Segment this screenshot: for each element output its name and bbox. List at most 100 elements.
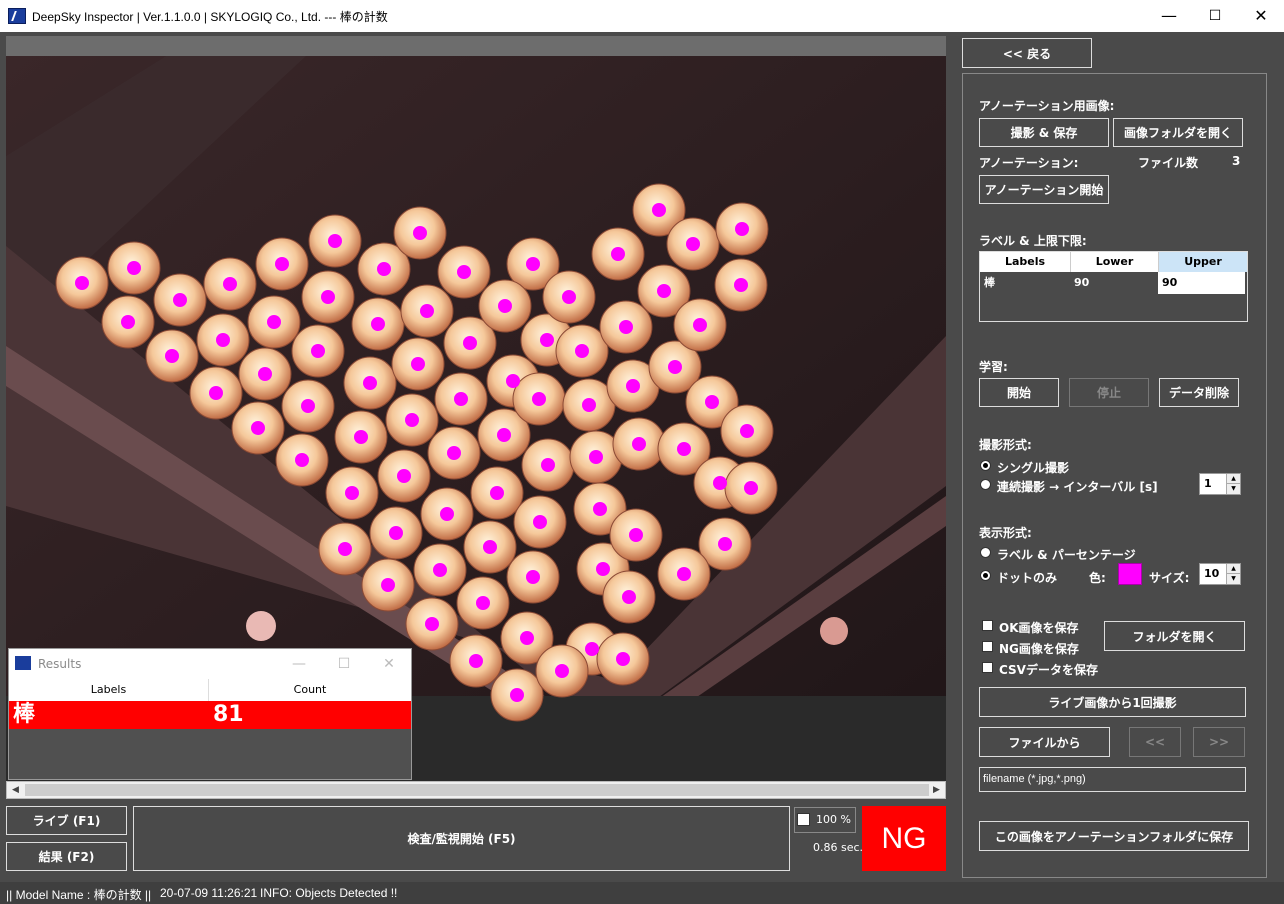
results-window[interactable]: Results — ☐ ✕ Labels Count 棒 81 <box>8 648 412 780</box>
detection-dot <box>497 428 511 442</box>
previous-image-button[interactable]: << <box>1129 727 1181 757</box>
detection-dot <box>165 349 179 363</box>
interval-stepper[interactable]: 1 ▲ ▼ <box>1199 473 1241 495</box>
from-file-button[interactable]: ファイルから <box>979 727 1110 757</box>
capture-mode-label: 撮影形式: <box>979 438 1032 452</box>
minimize-button[interactable]: — <box>1146 0 1192 32</box>
dot-color-picker[interactable] <box>1118 563 1142 585</box>
cell-label[interactable]: 棒 <box>980 272 1070 294</box>
dots-only-radio[interactable] <box>980 570 991 581</box>
save-ng-checkbox[interactable] <box>982 641 993 652</box>
open-image-folder-button[interactable]: 画像フォルダを開く <box>1113 118 1243 147</box>
stepper-up-icon[interactable]: ▲ <box>1226 564 1240 574</box>
save-ok-checkbox[interactable] <box>982 620 993 631</box>
detection-dot <box>440 507 454 521</box>
detection-dot <box>593 502 607 516</box>
delete-data-button[interactable]: データ削除 <box>1159 378 1239 407</box>
detection-dot <box>498 299 512 313</box>
minimize-icon[interactable]: — <box>279 653 319 675</box>
stepper-down-icon[interactable]: ▼ <box>1226 574 1240 584</box>
maximize-button[interactable]: ☐ <box>1192 0 1238 32</box>
label-limits-table[interactable]: Labels Lower Upper 棒 90 90 <box>979 251 1248 322</box>
detection-dot <box>677 567 691 581</box>
column-header-labels: Labels <box>980 252 1070 272</box>
detection-dot <box>693 318 707 332</box>
status-bar: || Model Name : 棒の計数 || 20-07-09 11:26:2… <box>0 882 1284 904</box>
save-csv-checkbox[interactable] <box>982 662 993 673</box>
detection-dot <box>506 374 520 388</box>
detection-dot <box>532 392 546 406</box>
maximize-icon[interactable]: ☐ <box>324 653 364 675</box>
open-folder-button[interactable]: フォルダを開く <box>1104 621 1245 651</box>
single-capture-radio[interactable] <box>980 460 991 471</box>
learning-start-button[interactable]: 開始 <box>979 378 1059 407</box>
detection-dot <box>476 596 490 610</box>
live-button[interactable]: ライブ (F1) <box>6 806 127 835</box>
detection-dot <box>540 333 554 347</box>
detection-dot <box>629 528 643 542</box>
zoom-checkbox[interactable] <box>797 813 810 826</box>
learning-stop-button[interactable]: 停止 <box>1069 378 1149 407</box>
continuous-capture-radio[interactable] <box>980 479 991 490</box>
bright-spot <box>246 611 276 641</box>
status-model-name: || Model Name : 棒の計数 || <box>6 888 152 902</box>
stepper-up-icon[interactable]: ▲ <box>1226 474 1240 484</box>
table-row[interactable]: 棒 81 <box>9 701 411 729</box>
detection-dot <box>632 437 646 451</box>
capture-save-button[interactable]: 撮影 & 保存 <box>979 118 1109 147</box>
next-image-button[interactable]: >> <box>1193 727 1245 757</box>
detection-dot <box>345 486 359 500</box>
detection-dot <box>267 315 281 329</box>
save-to-annotation-folder-button[interactable]: この画像をアノーテーションフォルダに保存 <box>979 821 1249 851</box>
detection-dot <box>433 563 447 577</box>
cell-lower[interactable]: 90 <box>1070 272 1158 294</box>
column-header-labels: Labels <box>9 679 209 701</box>
close-icon[interactable]: ✕ <box>369 653 409 675</box>
display-mode-label: 表示形式: <box>979 526 1032 540</box>
save-ok-label: OK画像を保存 <box>999 621 1079 635</box>
bright-spot <box>820 617 848 645</box>
detection-dot <box>589 450 603 464</box>
horizontal-scrollbar[interactable]: ◀ ▶ <box>6 781 946 799</box>
interval-value: 1 <box>1204 477 1212 490</box>
annotation-start-button[interactable]: アノーテーション開始 <box>979 175 1109 204</box>
detection-dot <box>405 413 419 427</box>
result-count: 81 <box>213 702 244 727</box>
inspect-start-button[interactable]: 検査/監視開始 (F5) <box>133 806 790 871</box>
detection-dot <box>585 642 599 656</box>
size-stepper[interactable]: 10 ▲ ▼ <box>1199 563 1241 585</box>
judgement-badge: NG <box>862 806 946 871</box>
detection-dot <box>328 234 342 248</box>
stepper-down-icon[interactable]: ▼ <box>1226 484 1240 494</box>
detection-dot <box>718 537 732 551</box>
detection-dot <box>575 344 589 358</box>
status-info: INFO: Objects Detected !! <box>260 886 398 900</box>
detection-dot <box>127 261 141 275</box>
detection-dot <box>526 570 540 584</box>
file-count-label: ファイル数 <box>1138 156 1199 170</box>
save-csv-label: CSVデータを保存 <box>999 663 1098 677</box>
scroll-thumb[interactable] <box>25 784 929 796</box>
close-button[interactable]: ✕ <box>1238 0 1284 32</box>
detection-dot <box>216 333 230 347</box>
cell-upper[interactable]: 90 <box>1158 272 1245 294</box>
app-logo-icon <box>15 656 31 670</box>
column-header-upper: Upper <box>1158 252 1247 272</box>
detection-dot <box>377 262 391 276</box>
results-title-bar[interactable]: Results — ☐ ✕ <box>9 649 411 679</box>
detection-dot <box>338 542 352 556</box>
size-label: サイズ: <box>1149 571 1190 585</box>
label-percentage-radio[interactable] <box>980 547 991 558</box>
filename-input[interactable]: filename (*.jpg,*.png) <box>979 767 1246 792</box>
annotation-image-label: アノーテーション用画像: <box>979 99 1115 113</box>
back-button[interactable]: << 戻る <box>962 38 1092 68</box>
capture-once-button[interactable]: ライブ画像から1回撮影 <box>979 687 1246 717</box>
detection-dot <box>483 540 497 554</box>
result-button[interactable]: 結果 (F2) <box>6 842 127 871</box>
detection-dot <box>354 430 368 444</box>
detection-dot <box>413 226 427 240</box>
detection-dot <box>389 526 403 540</box>
color-label: 色: <box>1089 571 1106 585</box>
scroll-left-icon[interactable]: ◀ <box>7 782 24 798</box>
scroll-right-icon[interactable]: ▶ <box>928 782 945 798</box>
